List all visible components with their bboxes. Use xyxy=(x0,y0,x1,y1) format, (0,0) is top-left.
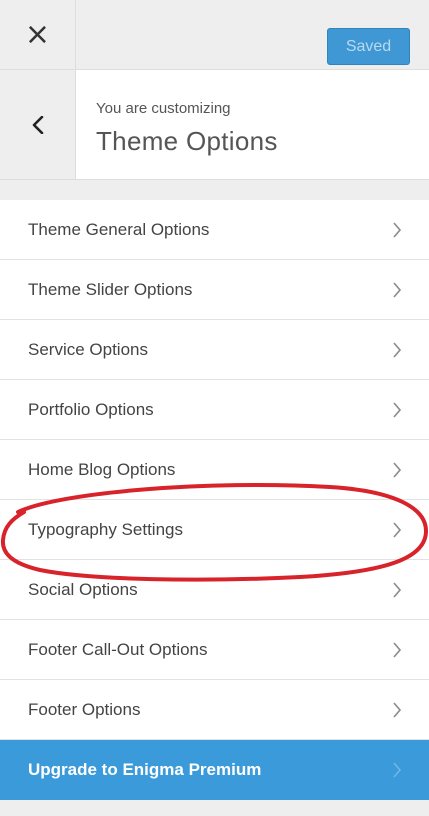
menu-item-typography-settings[interactable]: Typography Settings xyxy=(0,500,429,560)
chevron-right-icon xyxy=(393,342,402,358)
menu-item-label: Theme Slider Options xyxy=(28,279,193,299)
menu-item-label: Footer Options xyxy=(28,699,141,719)
chevron-right-icon xyxy=(393,222,402,238)
menu-item-theme-slider-options[interactable]: Theme Slider Options xyxy=(0,260,429,320)
chevron-left-icon xyxy=(32,115,43,134)
menu-item-service-options[interactable]: Service Options xyxy=(0,320,429,380)
menu-item-home-blog-options[interactable]: Home Blog Options xyxy=(0,440,429,500)
section-header: You are customizing Theme Options xyxy=(0,70,429,180)
chevron-right-icon xyxy=(393,642,402,658)
menu-item-label: Home Blog Options xyxy=(28,459,176,479)
menu-item-label: Portfolio Options xyxy=(28,399,154,419)
menu-item-label: Upgrade to Enigma Premium xyxy=(28,759,262,779)
chevron-right-icon xyxy=(393,762,402,778)
customizer-topbar: × Saved xyxy=(0,0,429,70)
bottom-fill xyxy=(0,800,429,816)
chevron-right-icon xyxy=(393,702,402,718)
customizing-label: You are customizing xyxy=(96,100,231,117)
chevron-right-icon xyxy=(393,282,402,298)
menu-item-portfolio-options[interactable]: Portfolio Options xyxy=(0,380,429,440)
options-menu: Theme General Options Theme Slider Optio… xyxy=(0,200,429,800)
chevron-right-icon xyxy=(393,462,402,478)
chevron-right-icon xyxy=(393,522,402,538)
close-icon: × xyxy=(24,17,51,52)
menu-item-theme-general-options[interactable]: Theme General Options xyxy=(0,200,429,260)
menu-item-social-options[interactable]: Social Options xyxy=(0,560,429,620)
page-title: Theme Options xyxy=(96,126,278,156)
header-text-panel: You are customizing Theme Options xyxy=(76,70,429,179)
section-spacer xyxy=(0,180,429,200)
back-button[interactable] xyxy=(0,70,76,179)
menu-item-upgrade-premium[interactable]: Upgrade to Enigma Premium xyxy=(0,740,429,800)
menu-item-footer-options[interactable]: Footer Options xyxy=(0,680,429,740)
chevron-right-icon xyxy=(393,402,402,418)
menu-item-label: Theme General Options xyxy=(28,219,210,239)
menu-item-footer-call-out-options[interactable]: Footer Call-Out Options xyxy=(0,620,429,680)
close-button[interactable]: × xyxy=(0,0,76,69)
saved-button[interactable]: Saved xyxy=(327,28,410,65)
menu-item-label: Typography Settings xyxy=(28,519,183,539)
saved-label: Saved xyxy=(345,37,392,55)
menu-item-label: Service Options xyxy=(28,339,148,359)
chevron-right-icon xyxy=(393,582,402,598)
menu-item-label: Footer Call-Out Options xyxy=(28,639,208,659)
menu-item-label: Social Options xyxy=(28,579,138,599)
